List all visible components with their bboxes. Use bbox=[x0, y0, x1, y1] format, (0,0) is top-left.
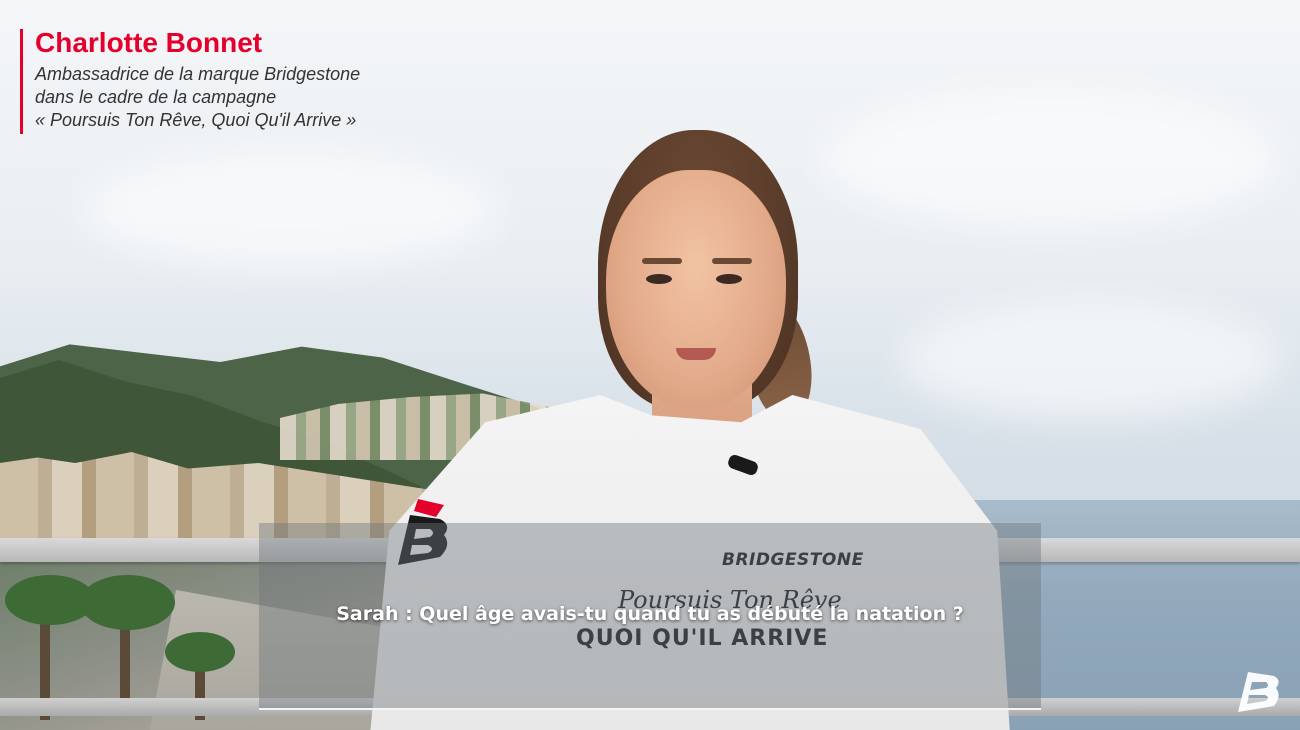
speaker-caption: Charlotte Bonnet Ambassadrice de la marq… bbox=[20, 29, 360, 134]
eyebrow bbox=[712, 258, 752, 264]
speaker-title-line1: Ambassadrice de la marque Bridgestone bbox=[35, 64, 361, 84]
eyebrow bbox=[642, 258, 682, 264]
speaker-title-line3: « Poursuis Ton Rêve, Quoi Qu'il Arrive » bbox=[35, 110, 357, 130]
speaker-title-line2: dans le cadre de la campagne bbox=[35, 87, 277, 107]
eye bbox=[646, 274, 672, 284]
palm-tree-leaves bbox=[80, 575, 175, 630]
face bbox=[606, 170, 786, 410]
bridgestone-b-logo-icon bbox=[1234, 668, 1282, 716]
palm-tree-leaves bbox=[165, 632, 235, 672]
mouth bbox=[676, 348, 716, 360]
eye bbox=[716, 274, 742, 284]
speaker-name: Charlotte Bonnet bbox=[35, 27, 263, 58]
subtitle-panel: Sarah : Quel âge avais-tu quand tu as dé… bbox=[259, 523, 1041, 710]
subtitle-text: Sarah : Quel âge avais-tu quand tu as dé… bbox=[336, 603, 964, 625]
